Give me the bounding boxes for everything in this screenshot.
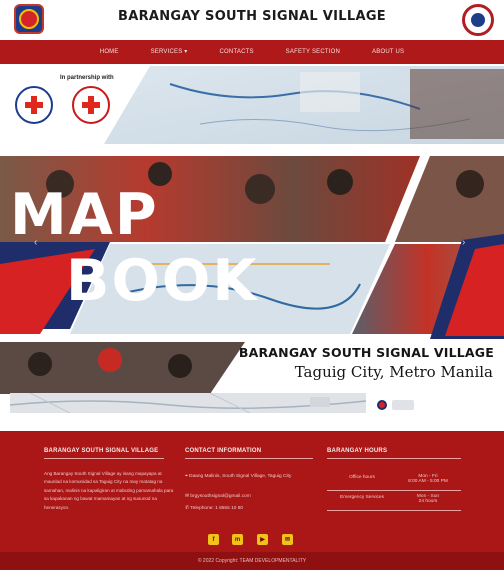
footer-email[interactable]: ✉ brgysouthsignal@gmail.com (185, 494, 251, 499)
main-nav: HOME SERVICES ▾ CONTACTS SAFETY SECTION … (0, 40, 504, 64)
site-footer: BARANGAY SOUTH SIGNAL VILLAGE Ang Barang… (0, 431, 504, 570)
hero-barangay-name: BARANGAY SOUTH SIGNAL VILLAGE (238, 345, 494, 360)
location-icon: ⌖ (185, 474, 188, 479)
footer-about-text: Ang Barangay South Signal Village ay isa… (44, 471, 174, 510)
carousel-next-icon[interactable]: › (462, 237, 465, 248)
footer-address: ⌖ Daang Malinis, South Signal Village, T… (185, 473, 325, 479)
carousel-prev-icon[interactable]: ‹ (34, 237, 37, 248)
footer-email-text[interactable]: brgysouthsignal@gmail.com (190, 494, 250, 499)
footer-divider (185, 458, 313, 459)
footer-contact-heading: CONTACT INFORMATION (185, 448, 262, 454)
hours-label-office: Office hours (349, 475, 375, 480)
hero-word-map: MAP (10, 182, 159, 248)
footer-divider (327, 510, 461, 511)
nav-home[interactable]: HOME (84, 40, 135, 64)
footer-divider (327, 458, 461, 459)
footer-divider (44, 458, 164, 459)
facebook-icon[interactable]: f (208, 534, 219, 545)
footer-phone: ✆ Telephone: 1 8555 10 80 (185, 506, 243, 511)
site-title: BARANGAY SOUTH SIGNAL VILLAGE (118, 9, 386, 24)
nav-contacts[interactable]: CONTACTS (204, 40, 270, 64)
footer-phone-text: Telephone: 1 8555 10 80 (190, 506, 244, 511)
footer-divider (327, 490, 461, 491)
hero-banner: In partnership with MAP BOOK ‹ › BARANGA… (0, 64, 504, 416)
footer-hours-heading: BARANGAY HOURS (327, 448, 388, 454)
city-seal-logo[interactable] (462, 4, 494, 36)
philippine-red-cross-logo (15, 86, 53, 124)
footer-about-heading: BARANGAY SOUTH SIGNAL VILLAGE (44, 448, 159, 454)
footer-hours: BARANGAY HOURS (327, 448, 467, 454)
messenger-icon[interactable]: m (232, 534, 243, 545)
hero-word-book: BOOK (66, 248, 259, 314)
strip-red-cross-logo (377, 400, 387, 410)
phone-icon: ✆ (185, 506, 190, 511)
email-icon: ✉ (185, 494, 190, 499)
site-header: BARANGAY SOUTH SIGNAL VILLAGE (0, 0, 504, 40)
hero-city: Taguig City, Metro Manila (294, 363, 493, 381)
nav-about-us[interactable]: ABOUT US (356, 40, 420, 64)
partnership-text: In partnership with (60, 75, 114, 81)
footer-address-text: Daang Malinis, South Signal Village, Tag… (189, 474, 292, 479)
nav-services[interactable]: SERVICES ▾ (135, 40, 204, 64)
footer-contact: CONTACT INFORMATION (185, 448, 325, 454)
youtube-icon[interactable]: ▶ (257, 534, 268, 545)
copyright: © 2022 Copyright: TEAM DEVELOPMENTALITY (0, 552, 504, 570)
map-strip-image (10, 393, 366, 413)
hours-value-emergency: Mon - Sun 24 hours (416, 494, 440, 504)
australian-red-cross-logo (72, 86, 110, 124)
email-icon[interactable]: ✉ (282, 534, 293, 545)
hours-value-office: Mon - Fri 8:00 AM - 5:00 PM (408, 474, 448, 484)
strip-partner-logo (392, 400, 414, 410)
hours-label-emergency: Emergency Services (340, 495, 384, 500)
nav-safety-section[interactable]: SAFETY SECTION (270, 40, 356, 64)
